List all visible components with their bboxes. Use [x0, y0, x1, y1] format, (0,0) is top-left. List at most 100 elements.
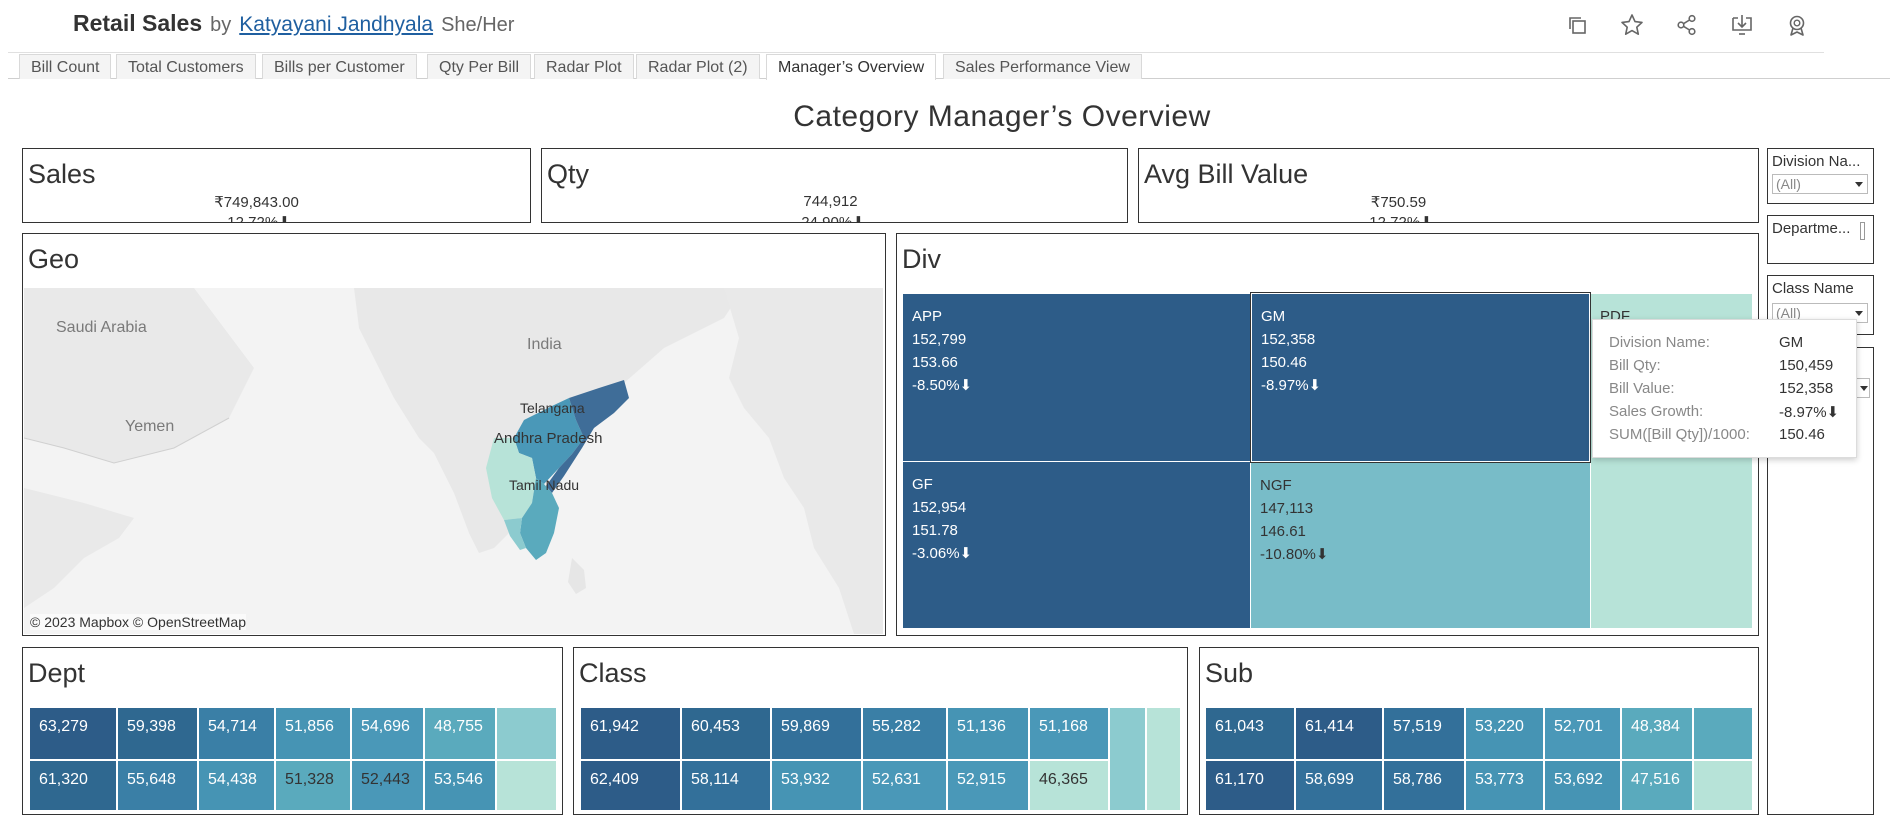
kpi-qty-change: -24.90%⬇ — [796, 214, 865, 223]
class-cell[interactable]: 58,114 — [682, 761, 770, 810]
sub-cell[interactable]: 58,699 — [1296, 761, 1382, 810]
author-pronouns: She/Her — [441, 14, 515, 36]
sub-cell[interactable]: 52,701 — [1545, 708, 1620, 759]
dept-cell[interactable]: 53,546 — [425, 761, 495, 810]
class-cell[interactable]: 52,631 — [863, 761, 946, 810]
class-cell[interactable]: 51,168 — [1030, 708, 1108, 759]
header-actions — [1560, 10, 1890, 40]
class-title: Class — [579, 658, 647, 688]
dept-cell[interactable]: 63,279 — [30, 708, 116, 759]
dept-panel: Dept 63,279 59,398 54,714 51,856 54,696 … — [22, 647, 563, 815]
sub-cell[interactable]: 48,384 — [1622, 708, 1692, 759]
sub-cell[interactable]: 58,786 — [1384, 761, 1464, 810]
tab-qty-per-bill[interactable]: Qty Per Bill — [427, 54, 532, 79]
share-icon[interactable] — [1672, 10, 1702, 40]
tooltip-value: 150.46 — [1779, 426, 1825, 443]
map-state-telangana[interactable]: Telangana — [520, 400, 585, 416]
tab-total-customers[interactable]: Total Customers — [116, 54, 256, 79]
tab-radar-plot-2[interactable]: Radar Plot (2) — [636, 54, 760, 79]
div-cell-name: NGF — [1260, 477, 1292, 494]
sub-cell[interactable]: 61,043 — [1206, 708, 1294, 759]
div-cell-growth: -8.97%⬇ — [1261, 377, 1322, 394]
class-cell[interactable]: 59,869 — [772, 708, 861, 759]
author-link[interactable]: Katyayani Jandhyala — [239, 13, 433, 37]
tab-bills-per-customer[interactable]: Bills per Customer — [262, 54, 417, 79]
department-filter-label: Departme... — [1772, 220, 1851, 237]
sheet-tabs: Bill Count Total Customers Bills per Cus… — [8, 54, 1890, 80]
dept-cell[interactable]: 52,443 — [352, 761, 423, 810]
div-cell-avg: 150.46 — [1261, 354, 1307, 371]
map-label-india: India — [527, 336, 562, 353]
sub-cell[interactable]: 61,170 — [1206, 761, 1294, 810]
by-label: by — [210, 14, 232, 36]
division-filter-label: Division Na... — [1772, 153, 1861, 170]
tab-managers-overview[interactable]: Manager’s Overview — [766, 54, 937, 80]
div-cell-ngf[interactable]: NGF 147,113 146.61 -10.80%⬇ — [1251, 463, 1590, 628]
dept-cell[interactable]: 54,714 — [199, 708, 274, 759]
download-icon[interactable] — [1727, 10, 1757, 40]
chevron-down-icon — [1855, 182, 1863, 187]
tooltip-key: SUM([Bill Qty])/1000: — [1609, 426, 1750, 443]
map-state-tamil-nadu[interactable]: Tamil Nadu — [509, 477, 579, 493]
sub-cell-unlabeled[interactable] — [1694, 761, 1752, 810]
sub-cell[interactable]: 61,414 — [1296, 708, 1382, 759]
badge-icon[interactable] — [1782, 10, 1812, 40]
sub-cell[interactable]: 53,692 — [1545, 761, 1620, 810]
kpi-sales-title: Sales — [28, 159, 96, 189]
dept-cell[interactable]: 54,696 — [352, 708, 423, 759]
sub-cell[interactable]: 53,220 — [1466, 708, 1543, 759]
class-cell[interactable]: 60,453 — [682, 708, 770, 759]
map-state-andhra-pradesh[interactable]: Andhra Pradesh — [494, 430, 602, 447]
dept-cell[interactable]: 51,328 — [276, 761, 350, 810]
sub-cell[interactable]: 57,519 — [1384, 708, 1464, 759]
class-cell[interactable]: 53,932 — [772, 761, 861, 810]
sub-cell[interactable]: 47,516 — [1622, 761, 1692, 810]
class-cell[interactable]: 51,136 — [948, 708, 1028, 759]
class-cell-unlabeled[interactable] — [1147, 708, 1180, 810]
dept-cell[interactable]: 61,320 — [30, 761, 116, 810]
kpi-avg-bill-panel[interactable]: Avg Bill Value ₹750.59 -12.72%⬇ — [1138, 148, 1759, 223]
sub-title: Sub — [1205, 658, 1254, 688]
department-filter-toggle[interactable] — [1860, 222, 1865, 240]
kpi-sales-panel[interactable]: Sales ₹749,843.00 -12.72%⬇ — [22, 148, 531, 223]
class-cell[interactable]: 52,915 — [948, 761, 1028, 810]
dept-cell[interactable]: 54,438 — [199, 761, 274, 810]
dept-cell[interactable]: 51,856 — [276, 708, 350, 759]
kpi-qty-panel[interactable]: Qty 744,912 -24.90%⬇ — [541, 148, 1128, 223]
div-cell-qty: 147,113 — [1260, 500, 1314, 517]
map-attribution[interactable]: © 2023 Mapbox © OpenStreetMap — [30, 614, 246, 630]
dashboard-root: Retail Sales by Katyayani Jandhyala She/… — [0, 0, 1890, 825]
class-panel: Class 61,942 60,453 59,869 55,282 51,136… — [573, 647, 1188, 815]
div-cell-gf[interactable]: GF 152,954 151.78 -3.06%⬇ — [903, 462, 1250, 628]
sub-cell-unlabeled[interactable] — [1694, 708, 1752, 759]
copy-icon[interactable] — [1562, 10, 1592, 40]
filter-pane-select[interactable] — [1856, 378, 1870, 398]
tab-sales-performance-view[interactable]: Sales Performance View — [943, 54, 1142, 79]
div-cell-gm[interactable]: GM 152,358 150.46 -8.97%⬇ — [1250, 292, 1591, 463]
kpi-avg-bill-change: -12.72%⬇ — [1364, 214, 1433, 223]
div-cell-qty: 152,954 — [912, 499, 967, 516]
div-cell-growth: -10.80%⬇ — [1260, 546, 1329, 563]
tab-radar-plot[interactable]: Radar Plot — [534, 54, 634, 79]
class-cell[interactable]: 46,365 — [1030, 761, 1108, 810]
geo-map[interactable]: Saudi Arabia India Yemen Telangana Andhr… — [24, 288, 883, 634]
tooltip: Division Name: GM Bill Qty: 150,459 Bill… — [1592, 319, 1857, 458]
sub-cell[interactable]: 53,773 — [1466, 761, 1543, 810]
class-cell[interactable]: 55,282 — [863, 708, 946, 759]
dept-cell[interactable]: 59,398 — [118, 708, 197, 759]
div-cell-name: GM — [1261, 308, 1286, 325]
division-filter-select[interactable]: (All) — [1772, 174, 1868, 194]
dept-cell-unlabeled[interactable] — [497, 708, 556, 759]
map-svg — [24, 288, 883, 634]
div-cell-app[interactable]: APP 152,799 153.66 -8.50%⬇ — [903, 294, 1250, 461]
star-icon[interactable] — [1617, 10, 1647, 40]
class-cell-unlabeled[interactable] — [1110, 708, 1145, 810]
tooltip-key: Division Name: — [1609, 334, 1710, 351]
dept-cell-unlabeled[interactable] — [497, 761, 556, 810]
class-cell[interactable]: 62,409 — [581, 761, 680, 810]
dept-cell[interactable]: 55,648 — [118, 761, 197, 810]
dept-title: Dept — [28, 658, 86, 688]
dept-cell[interactable]: 48,755 — [425, 708, 495, 759]
tab-bill-count[interactable]: Bill Count — [19, 54, 112, 79]
class-cell[interactable]: 61,942 — [581, 708, 680, 759]
